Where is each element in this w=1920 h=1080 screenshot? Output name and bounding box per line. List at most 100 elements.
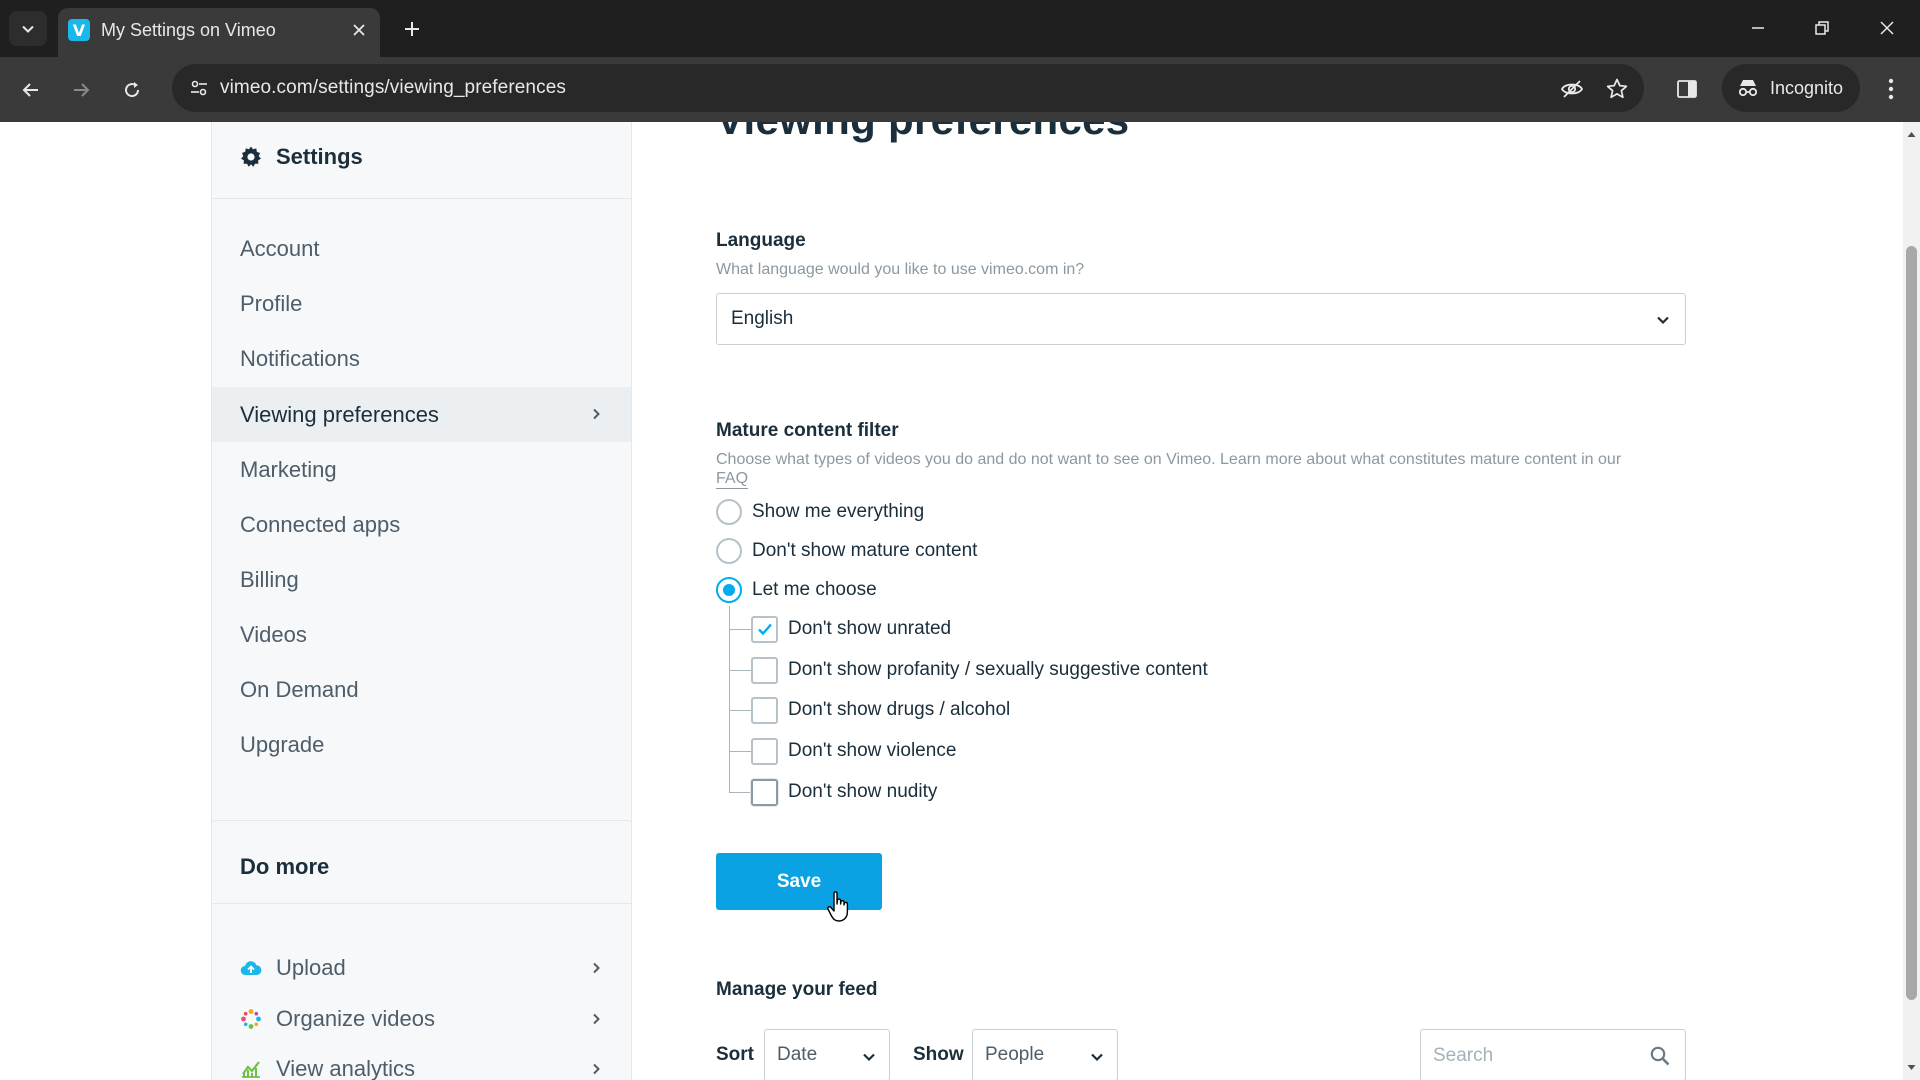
- checkbox-label: Don't show drugs / alcohol: [788, 699, 1011, 720]
- radio-label: Don't show mature content: [752, 540, 978, 561]
- sidebar-item-upgrade[interactable]: Upgrade: [212, 717, 631, 772]
- do-more-item-label: Organize videos: [276, 1006, 435, 1031]
- sidebar-item-label: Upgrade: [240, 731, 325, 757]
- scrollbar-thumb[interactable]: [1906, 246, 1917, 1000]
- sidebar-item-notifications[interactable]: Notifications: [212, 331, 631, 386]
- radio-button-selected[interactable]: [716, 577, 742, 603]
- gear-icon: [241, 146, 261, 167]
- faq-link[interactable]: FAQ: [716, 470, 749, 489]
- language-label: Language: [716, 230, 806, 251]
- site-info-button[interactable]: [182, 72, 216, 104]
- page-viewport: Settings Account Profile Notifications V…: [0, 122, 1920, 1080]
- browser-toolbar: vimeo.com/settings/viewing_preferences I…: [0, 57, 1920, 122]
- forward-button[interactable]: [64, 73, 98, 107]
- checkbox[interactable]: [751, 696, 778, 724]
- do-more-upload[interactable]: Upload: [212, 946, 631, 990]
- sidebar-item-viewing-preferences[interactable]: Viewing preferences: [212, 387, 631, 442]
- checkbox[interactable]: [751, 778, 778, 806]
- radio-button[interactable]: [716, 538, 742, 564]
- checkmark-icon: [757, 623, 772, 636]
- do-more-organize-videos[interactable]: Organize videos: [212, 997, 631, 1041]
- new-tab-button[interactable]: [397, 14, 427, 44]
- checkbox-row-nudity[interactable]: Don't show nudity: [751, 776, 937, 808]
- radio-dont-show-mature[interactable]: Don't show mature content: [716, 535, 977, 567]
- language-selected-value: English: [731, 308, 794, 329]
- checkbox-label: Don't show profanity / sexually suggesti…: [788, 659, 1208, 680]
- sidebar-item-billing[interactable]: Billing: [212, 552, 631, 607]
- checkbox-row-drugs-alcohol[interactable]: Don't show drugs / alcohol: [751, 694, 1010, 726]
- upload-cloud-icon: [240, 961, 262, 976]
- mature-filter-label: Mature content filter: [716, 420, 899, 441]
- organize-icon: [241, 1009, 261, 1029]
- settings-header: Settings: [212, 122, 631, 199]
- checkbox-checked[interactable]: [751, 615, 778, 643]
- close-icon: [353, 24, 365, 36]
- scroll-down-arrow-icon[interactable]: [1907, 1063, 1916, 1072]
- chevron-down-icon: [1091, 1053, 1103, 1062]
- reload-icon: [125, 82, 140, 98]
- tune-icon: [191, 80, 207, 96]
- close-window-button[interactable]: [1867, 12, 1907, 44]
- search-icon: [1650, 1046, 1670, 1066]
- tab-close-button[interactable]: [348, 19, 370, 41]
- arrow-left-icon: [22, 83, 38, 97]
- radio-label: Show me everything: [752, 501, 925, 522]
- sidebar-item-videos[interactable]: Videos: [212, 607, 631, 662]
- chevron-right-icon: [593, 408, 600, 420]
- address-bar[interactable]: vimeo.com/settings/viewing_preferences: [172, 64, 1644, 112]
- checkbox[interactable]: [751, 737, 778, 765]
- reload-button[interactable]: [115, 73, 149, 107]
- chevron-down-icon: [863, 1053, 875, 1062]
- do-more-view-analytics[interactable]: View analytics: [212, 1047, 631, 1080]
- radio-show-everything[interactable]: Show me everything: [716, 496, 924, 528]
- sidebar-item-label: Profile: [240, 290, 303, 316]
- checkbox-row-unrated[interactable]: Don't show unrated: [751, 613, 951, 645]
- star-icon: [1606, 78, 1628, 99]
- arrow-right-icon: [74, 83, 90, 97]
- sidebar-item-profile[interactable]: Profile: [212, 276, 631, 331]
- show-selected-value: People: [985, 1044, 1045, 1065]
- url-text: vimeo.com/settings/viewing_preferences: [220, 77, 566, 98]
- language-select[interactable]: English: [716, 293, 1686, 345]
- sidebar-item-marketing[interactable]: Marketing: [212, 442, 631, 497]
- radio-button[interactable]: [716, 499, 742, 525]
- side-panel-button[interactable]: [1672, 74, 1702, 104]
- more-vert-icon: [1888, 78, 1894, 100]
- scroll-up-arrow-icon[interactable]: [1907, 130, 1916, 139]
- save-button[interactable]: Save: [716, 853, 882, 910]
- language-help-text: What language would you like to use vime…: [716, 261, 1085, 278]
- eye-off-icon: [1560, 80, 1584, 98]
- tab-title: My Settings on Vimeo: [101, 20, 276, 40]
- restore-button[interactable]: [1802, 12, 1842, 44]
- sidebar-item-account[interactable]: Account: [212, 221, 631, 276]
- tree-branch: [729, 629, 751, 630]
- incognito-icon: [1738, 80, 1758, 97]
- checkbox-row-violence[interactable]: Don't show violence: [751, 735, 956, 767]
- sort-label: Sort: [716, 1044, 754, 1065]
- sort-select[interactable]: Date: [764, 1029, 890, 1080]
- back-button[interactable]: [14, 73, 48, 107]
- radio-let-me-choose[interactable]: Let me choose: [716, 574, 877, 606]
- checkbox-row-profanity[interactable]: Don't show profanity / sexually suggesti…: [751, 654, 1208, 686]
- feed-search-box[interactable]: [1420, 1029, 1686, 1080]
- sidebar-item-connected-apps[interactable]: Connected apps: [212, 497, 631, 552]
- checkbox[interactable]: [751, 656, 778, 684]
- minimize-icon: [1752, 27, 1764, 29]
- incognito-badge[interactable]: Incognito: [1722, 64, 1860, 112]
- hand-cursor-icon: [827, 891, 849, 922]
- plus-icon: [405, 22, 419, 36]
- browser-menu-button[interactable]: [1876, 74, 1906, 104]
- show-select[interactable]: People: [972, 1029, 1118, 1080]
- browser-tab-active[interactable]: V My Settings on Vimeo: [58, 8, 380, 57]
- tracking-protection-button[interactable]: [1559, 76, 1585, 102]
- show-label: Show: [913, 1044, 964, 1065]
- feed-search-input[interactable]: [1433, 1042, 1633, 1070]
- sidebar-item-on-demand[interactable]: On Demand: [212, 662, 631, 717]
- bookmark-star-button[interactable]: [1604, 76, 1630, 102]
- divider: [212, 903, 631, 904]
- sort-selected-value: Date: [777, 1044, 818, 1065]
- page-scrollbar[interactable]: [1903, 122, 1920, 1080]
- chevron-right-icon: [593, 1063, 600, 1075]
- tab-search-button[interactable]: [9, 11, 47, 46]
- minimize-button[interactable]: [1738, 12, 1778, 44]
